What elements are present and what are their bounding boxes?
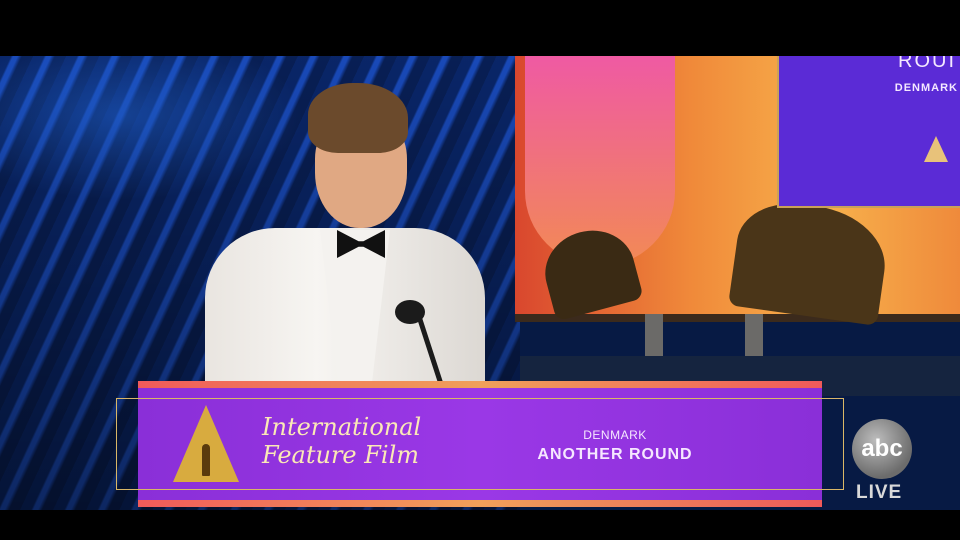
speaker <box>205 78 485 424</box>
screen-panel-title: ROUI <box>898 56 956 72</box>
live-indicator: LIVE <box>856 482 903 503</box>
award-category: International Feature Film <box>262 413 421 469</box>
award-category-line2: Feature Film <box>262 441 420 469</box>
nominee-country: DENMARK <box>583 428 647 442</box>
stage-screen: ROUI DENMARK <box>515 56 960 326</box>
screen-dark-shape <box>728 196 892 326</box>
oscar-statue-icon <box>924 136 948 162</box>
screen-info-panel: ROUI DENMARK <box>777 56 960 208</box>
microphone-icon <box>395 300 425 324</box>
nominee-film-title: ANOTHER ROUND <box>537 446 693 463</box>
oscar-figure-icon <box>202 444 210 476</box>
speaker-hair <box>308 83 408 153</box>
screen-panel-country: DENMARK <box>894 82 958 94</box>
award-category-line1: International <box>262 413 422 441</box>
abc-logo: abc <box>852 419 912 479</box>
